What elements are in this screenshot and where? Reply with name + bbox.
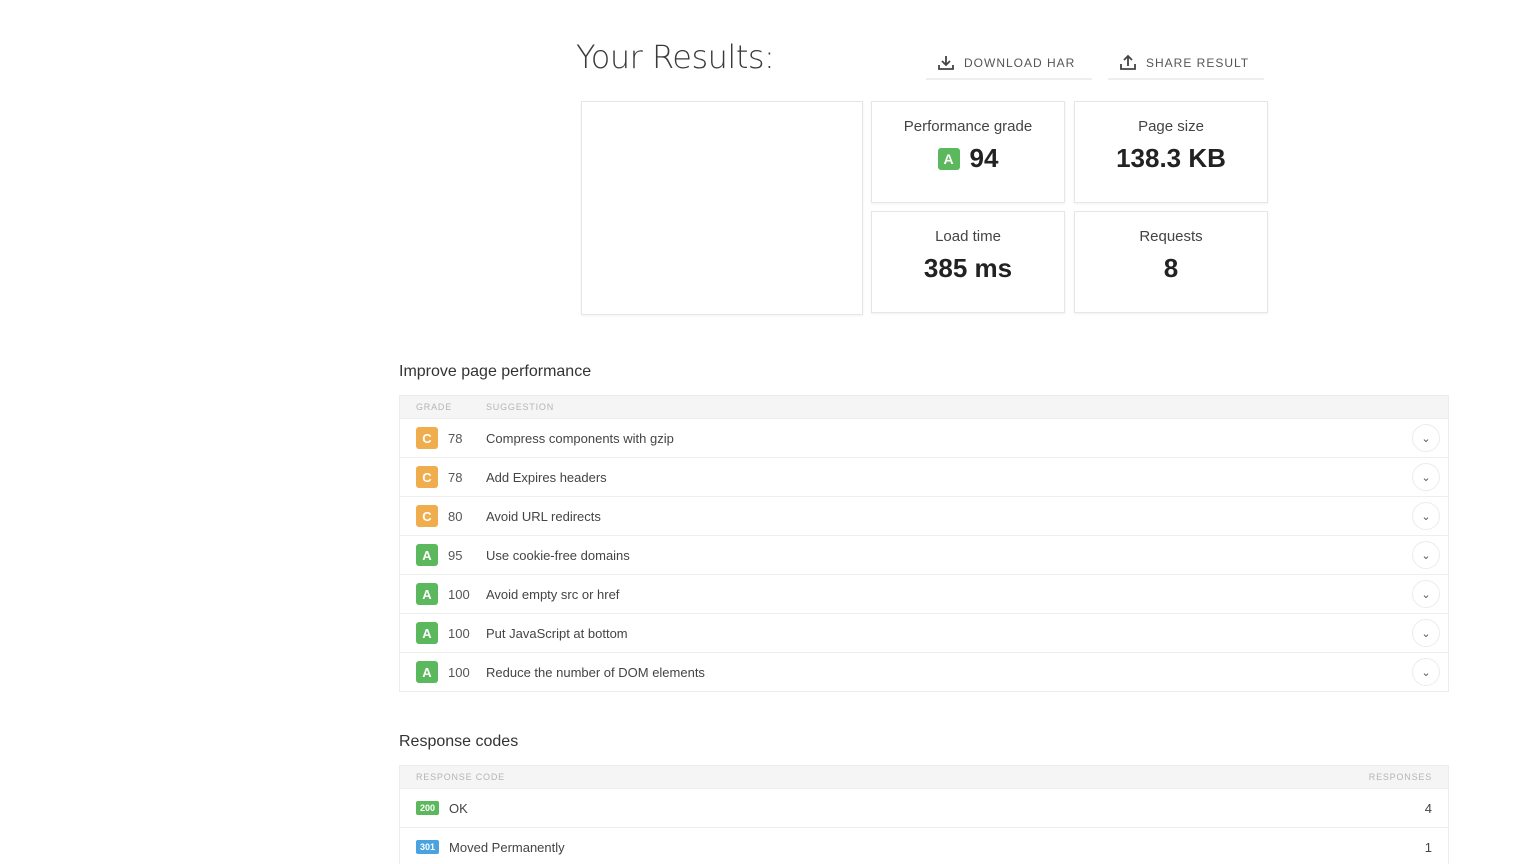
results-page: Your Results: DOWNLOAD HAR SHARE RESULT … — [0, 0, 1536, 864]
chevron-down-icon[interactable]: ⌄ — [1412, 541, 1440, 569]
grade-column-header: GRADE — [416, 402, 453, 412]
status-text: Moved Permanently — [449, 839, 565, 855]
grade-cell: C 80 — [400, 505, 486, 527]
response-codes-table: RESPONSE CODE RESPONSES 200 OK 4 301 Mov… — [399, 765, 1449, 864]
grade-badge: A — [416, 622, 438, 644]
table-row[interactable]: C 78 Compress components with gzip ⌄ — [400, 418, 1448, 457]
status-badge: 301 — [416, 840, 440, 854]
response-codes-section-title: Response codes — [399, 733, 519, 750]
grade-cell: A 100 — [400, 622, 486, 644]
table-row: 200 OK 4 — [400, 788, 1448, 827]
response-code-column-header: RESPONSE CODE — [416, 772, 505, 782]
suggestion-text: Use cookie-free domains — [486, 547, 630, 563]
table-row: 301 Moved Permanently 1 — [400, 827, 1448, 864]
page-title: Your Results: — [576, 38, 775, 76]
suggestion-column-header: SUGGESTION — [486, 402, 555, 412]
grade-badge: C — [416, 505, 438, 527]
share-result-label: SHARE RESULT — [1146, 56, 1250, 70]
grade-score: 100 — [448, 664, 470, 680]
grade-score: 80 — [448, 508, 463, 524]
chevron-down-icon[interactable]: ⌄ — [1412, 463, 1440, 491]
grade-badge: A — [416, 661, 438, 683]
grade-score: 100 — [448, 586, 470, 602]
requests-card: Requests 8 — [1074, 211, 1268, 313]
chevron-down-icon[interactable]: ⌄ — [1412, 619, 1440, 647]
status-text: OK — [449, 800, 468, 816]
requests-label: Requests — [1139, 228, 1203, 245]
improve-section-title: Improve page performance — [399, 363, 592, 380]
grade-badge: A — [416, 583, 438, 605]
grade-score: 78 — [448, 430, 463, 446]
suggestion-text: Add Expires headers — [486, 469, 607, 485]
performance-grade-card: Performance grade A 94 — [871, 101, 1065, 203]
grade-cell: C 78 — [400, 466, 486, 488]
grade-score: 78 — [448, 469, 463, 485]
grade-score: 95 — [448, 547, 463, 563]
share-icon — [1120, 54, 1136, 70]
download-har-label: DOWNLOAD HAR — [964, 56, 1076, 70]
page-size-card: Page size 138.3 KB — [1074, 101, 1268, 203]
performance-score: 94 — [969, 143, 999, 173]
grade-cell: A 100 — [400, 583, 486, 605]
grade-badge: C — [416, 427, 438, 449]
page-screenshot-placeholder — [581, 101, 863, 315]
grade-badge: C — [416, 466, 438, 488]
performance-grade-label: Performance grade — [903, 118, 1033, 135]
download-icon — [938, 56, 954, 70]
page-size-value: 138.3 KB — [1116, 143, 1226, 173]
load-time-label: Load time — [935, 228, 1001, 245]
requests-value: 8 — [1163, 253, 1179, 283]
suggestion-text: Avoid empty src or href — [486, 586, 620, 602]
grade-cell: A 95 — [400, 544, 486, 566]
page-size-label: Page size — [1138, 118, 1204, 135]
response-count: 4 — [1424, 800, 1432, 816]
performance-grade-value-row: A 94 — [872, 143, 1064, 174]
grade-cell: A 100 — [400, 661, 486, 683]
suggestion-text: Avoid URL redirects — [486, 508, 601, 524]
table-row[interactable]: A 100 Reduce the number of DOM elements … — [400, 652, 1448, 691]
table-row[interactable]: A 100 Put JavaScript at bottom ⌄ — [400, 613, 1448, 652]
load-time-card: Load time 385 ms — [871, 211, 1065, 313]
improve-table: GRADE SUGGESTION C 78 Compress component… — [399, 395, 1449, 692]
suggestion-text: Reduce the number of DOM elements — [486, 664, 705, 680]
chevron-down-icon[interactable]: ⌄ — [1412, 424, 1440, 452]
grade-score: 100 — [448, 625, 470, 641]
suggestion-text: Put JavaScript at bottom — [486, 625, 628, 641]
grade-badge: A — [416, 544, 438, 566]
status-badge: 200 — [416, 801, 440, 815]
response-count: 1 — [1424, 839, 1432, 855]
suggestion-text: Compress components with gzip — [486, 430, 674, 446]
share-result-button[interactable]: SHARE RESULT — [1108, 48, 1264, 80]
grade-cell: C 78 — [400, 427, 486, 449]
table-row[interactable]: A 100 Avoid empty src or href ⌄ — [400, 574, 1448, 613]
download-har-button[interactable]: DOWNLOAD HAR — [926, 48, 1092, 80]
chevron-down-icon[interactable]: ⌄ — [1412, 580, 1440, 608]
load-time-value: 385 ms — [923, 253, 1013, 283]
improve-table-header: GRADE SUGGESTION — [400, 396, 1448, 418]
table-row[interactable]: C 80 Avoid URL redirects ⌄ — [400, 496, 1448, 535]
table-row[interactable]: A 95 Use cookie-free domains ⌄ — [400, 535, 1448, 574]
table-row[interactable]: C 78 Add Expires headers ⌄ — [400, 457, 1448, 496]
responses-column-header: RESPONSES — [1368, 772, 1432, 782]
chevron-down-icon[interactable]: ⌄ — [1412, 658, 1440, 686]
response-codes-table-header: RESPONSE CODE RESPONSES — [400, 766, 1448, 788]
chevron-down-icon[interactable]: ⌄ — [1412, 502, 1440, 530]
grade-badge: A — [937, 147, 960, 170]
